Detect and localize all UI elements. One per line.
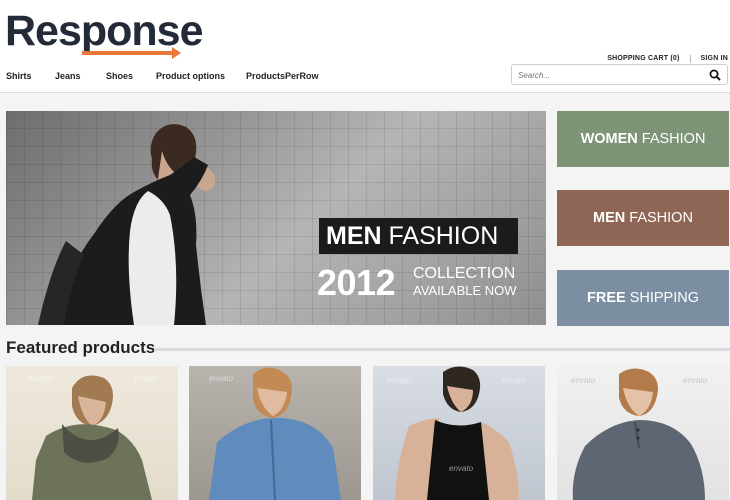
- product-card[interactable]: envato: [189, 366, 361, 500]
- featured-products-heading: Featured products: [6, 338, 156, 357]
- shopping-cart-link[interactable]: SHOPPING CART (0): [607, 55, 679, 63]
- product-image: [32, 375, 152, 500]
- hero-banner[interactable]: MEN FASHION 2012 COLLECTION AVAILABLE NO…: [6, 111, 546, 325]
- hero-title: MEN FASHION: [319, 218, 518, 254]
- watermark: envato: [209, 374, 234, 383]
- banner-bold: MEN: [593, 210, 626, 226]
- watermark: envato: [449, 464, 474, 473]
- banner-bold: WOMEN: [580, 131, 638, 147]
- free-shipping-banner[interactable]: FREE SHIPPING: [557, 270, 729, 326]
- watermark: envato: [571, 376, 596, 385]
- product-image: [395, 366, 519, 500]
- product-image: [209, 367, 341, 500]
- watermark: envato: [28, 374, 53, 383]
- product-image: [572, 368, 705, 500]
- watermark: envato: [387, 376, 412, 385]
- banner-bold: FREE: [587, 290, 626, 306]
- watermark: envato: [683, 376, 708, 385]
- sign-in-link[interactable]: SIGN IN: [701, 55, 728, 63]
- main-nav: Shirts Jeans Shoes Product options Produ…: [6, 71, 319, 81]
- logo-underline: [82, 51, 174, 55]
- product-card[interactable]: envato envato: [557, 366, 729, 500]
- product-card[interactable]: envato envato: [6, 366, 178, 500]
- logo-arrow-icon: [172, 47, 181, 59]
- nav-item-jeans[interactable]: Jeans: [55, 71, 106, 81]
- search-box: [511, 64, 728, 85]
- hero-available: AVAILABLE NOW: [413, 283, 517, 298]
- divider: [689, 55, 691, 63]
- watermark: envato: [134, 374, 159, 383]
- account-links: SHOPPING CART (0) SIGN IN: [607, 55, 728, 63]
- product-card[interactable]: envato envato envato: [373, 366, 545, 500]
- nav-item-product-options[interactable]: Product options: [156, 71, 246, 81]
- women-fashion-banner[interactable]: WOMEN FASHION: [557, 111, 729, 167]
- nav-item-products-per-row[interactable]: ProductsPerRow: [246, 71, 319, 81]
- hero-title-bold: MEN: [326, 222, 382, 250]
- page: Response SHOPPING CART (0) SIGN IN Shirt…: [0, 0, 730, 500]
- hero-title-light: FASHION: [388, 222, 499, 250]
- hero-year: 2012: [317, 262, 396, 303]
- banner-light: FASHION: [641, 131, 706, 147]
- banner-light: SHIPPING: [629, 290, 699, 306]
- watermark: envato: [501, 376, 526, 385]
- hero-model-image: [38, 124, 216, 325]
- men-fashion-banner[interactable]: MEN FASHION: [557, 190, 729, 246]
- nav-item-shirts[interactable]: Shirts: [6, 71, 55, 81]
- hero-collection: COLLECTION: [413, 265, 516, 282]
- site-header: Response SHOPPING CART (0) SIGN IN Shirt…: [0, 0, 730, 93]
- nav-item-shoes[interactable]: Shoes: [106, 71, 156, 81]
- search-input[interactable]: [518, 68, 698, 82]
- heading-divider: [154, 348, 730, 351]
- search-icon[interactable]: [709, 69, 721, 81]
- banner-light: FASHION: [629, 210, 693, 226]
